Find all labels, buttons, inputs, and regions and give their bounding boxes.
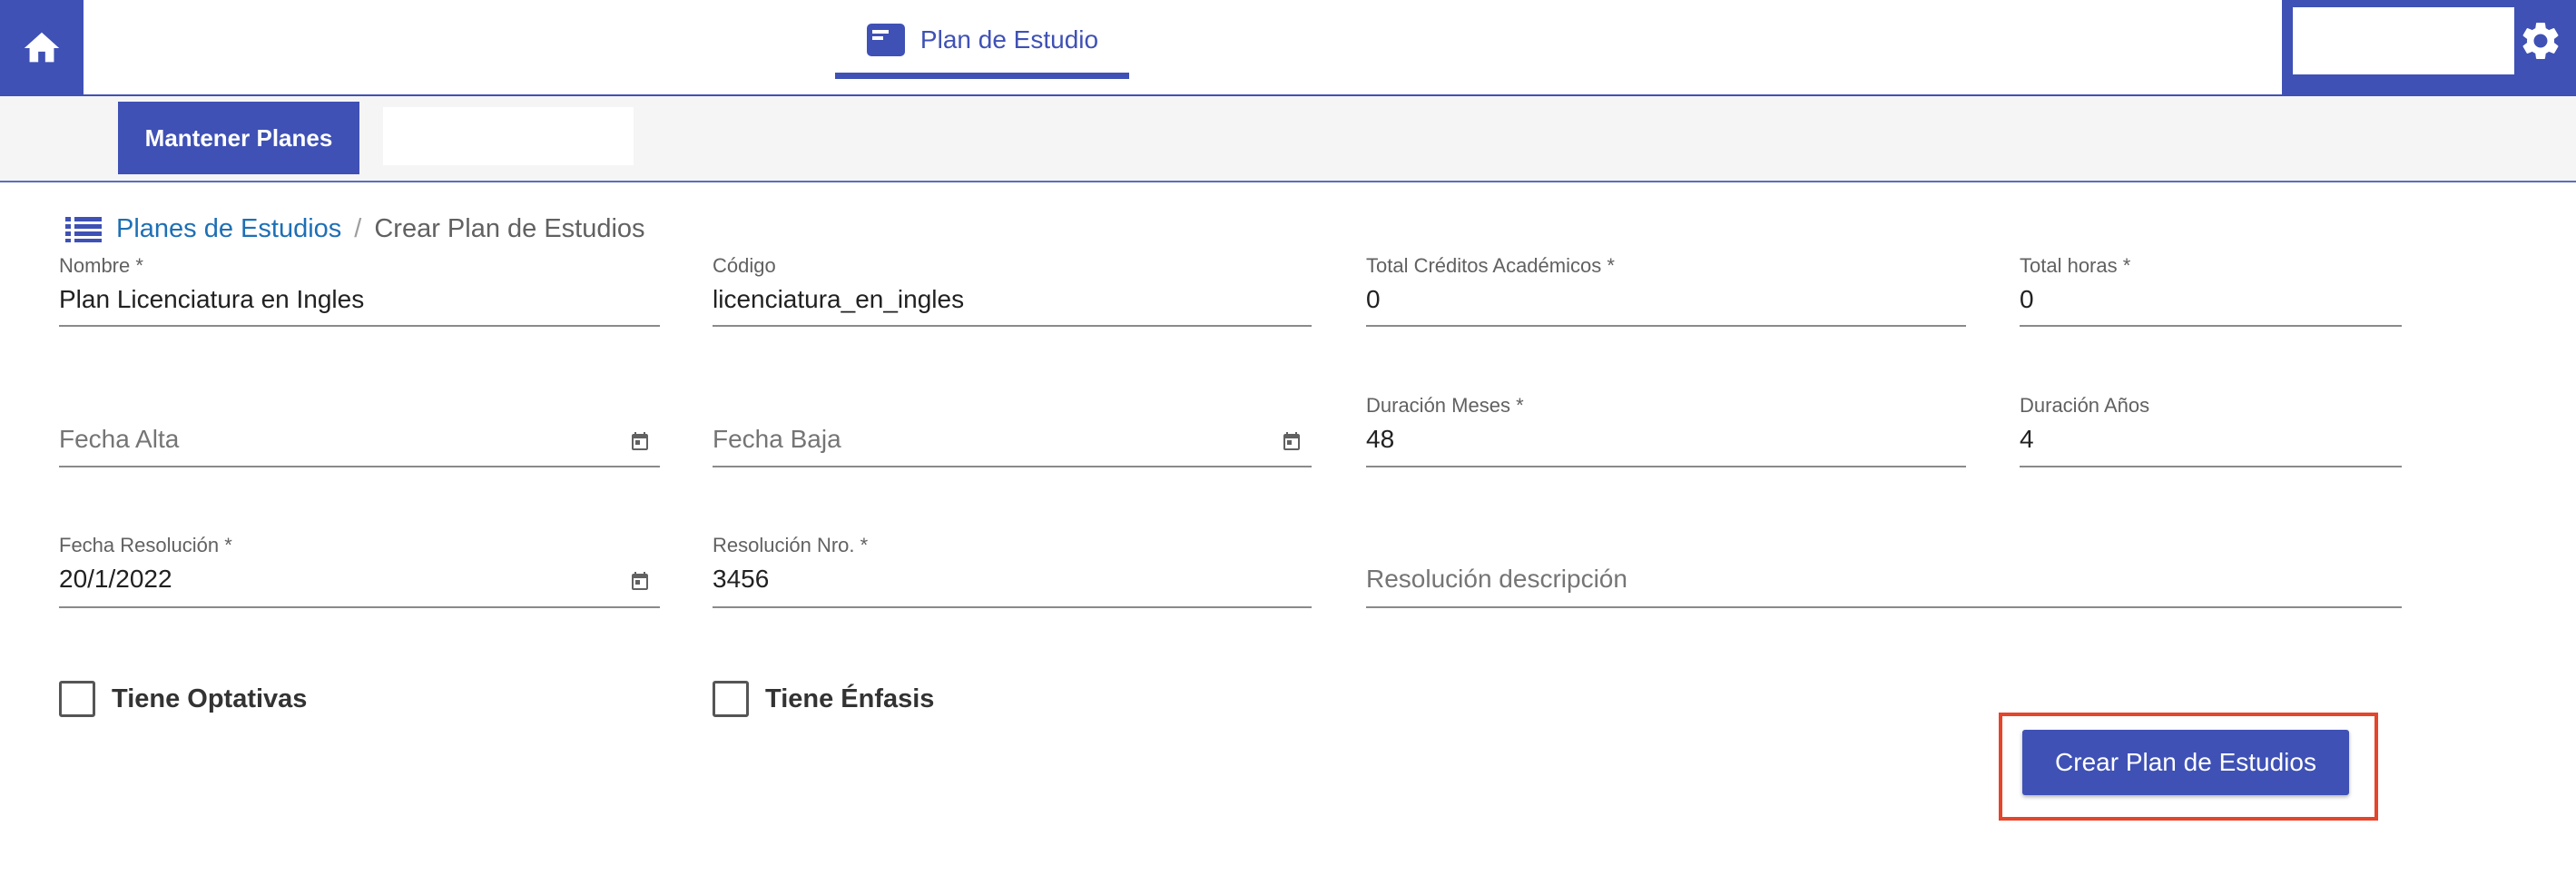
nombre-field[interactable]: Nombre * Plan Licenciatura en Ingles <box>59 254 660 327</box>
breadcrumb-link-planes[interactable]: Planes de Estudios <box>116 214 341 244</box>
breadcrumb: Planes de Estudios / Crear Plan de Estud… <box>65 211 645 247</box>
settings-button[interactable] <box>2514 15 2567 67</box>
total-horas-value: 0 <box>2020 285 2034 313</box>
calendar-icon[interactable] <box>1281 430 1303 452</box>
fecha-resolucion-value: 20/1/2022 <box>59 565 172 593</box>
document-icon <box>866 24 905 56</box>
duracion-meses-field[interactable]: Duración Meses * 48 <box>1366 394 1966 467</box>
tab-plan-de-estudio[interactable]: Plan de Estudio <box>835 0 1129 80</box>
top-app-bar: Plan de Estudio <box>0 0 2576 96</box>
resolucion-descripcion-field[interactable]: Resolución descripción <box>1366 534 2402 608</box>
subnav-empty-item[interactable] <box>383 107 634 165</box>
duracion-anios-field[interactable]: Duración Años 4 <box>2020 394 2402 467</box>
tiene-optativas-checkbox[interactable]: Tiene Optativas <box>59 681 307 717</box>
codigo-field[interactable]: Código licenciatura_en_ingles <box>713 254 1312 327</box>
crear-plan-button[interactable]: Crear Plan de Estudios <box>2022 730 2349 795</box>
resolucion-nro-field[interactable]: Resolución Nro. * 3456 <box>713 534 1312 608</box>
resolucion-nro-label: Resolución Nro. * <box>713 534 869 556</box>
resolucion-nro-value: 3456 <box>713 565 770 593</box>
total-creditos-value: 0 <box>1366 285 1381 313</box>
checkbox-box[interactable] <box>59 681 95 717</box>
resolucion-descripcion-placeholder: Resolución descripción <box>1366 565 1627 593</box>
fecha-resolucion-field[interactable]: Fecha Resolución * 20/1/2022 <box>59 534 660 608</box>
list-icon <box>65 217 102 242</box>
tiene-enfasis-checkbox[interactable]: Tiene Énfasis <box>713 681 934 717</box>
duracion-anios-label: Duración Años <box>2020 394 2150 417</box>
tab-label: Plan de Estudio <box>919 25 1099 54</box>
duracion-anios-value: 4 <box>2020 425 2034 453</box>
tiene-enfasis-label: Tiene Énfasis <box>765 684 935 713</box>
total-horas-field[interactable]: Total horas * 0 <box>2020 254 2402 327</box>
duracion-meses-label: Duración Meses * <box>1366 394 1524 417</box>
home-icon <box>24 32 60 63</box>
fecha-baja-field[interactable]: Fecha Baja <box>713 394 1312 467</box>
codigo-label: Código <box>713 254 776 277</box>
mantener-planes-button[interactable]: Mantener Planes <box>118 102 359 174</box>
breadcrumb-current: Crear Plan de Estudios <box>374 213 645 243</box>
active-tab-indicator <box>835 73 1129 79</box>
calendar-icon[interactable] <box>629 430 651 452</box>
fecha-baja-placeholder: Fecha Baja <box>713 425 841 453</box>
calendar-icon[interactable] <box>629 570 651 592</box>
nombre-label: Nombre * <box>59 254 143 277</box>
sub-navigation: Mantener Planes <box>0 96 2576 182</box>
gear-icon <box>2522 22 2559 60</box>
total-creditos-label: Total Créditos Académicos * <box>1366 254 1615 277</box>
home-button[interactable] <box>0 0 84 96</box>
breadcrumb-separator: / <box>354 213 362 243</box>
total-creditos-field[interactable]: Total Créditos Académicos * 0 <box>1366 254 1966 327</box>
total-horas-label: Total horas * <box>2020 254 2131 277</box>
codigo-value: licenciatura_en_ingles <box>713 285 965 313</box>
checkbox-box[interactable] <box>713 681 749 717</box>
user-name-box[interactable] <box>2293 7 2514 74</box>
nombre-value: Plan Licenciatura en Ingles <box>59 285 365 313</box>
fecha-alta-placeholder: Fecha Alta <box>59 425 180 453</box>
fecha-resolucion-label: Fecha Resolución * <box>59 534 232 556</box>
duracion-meses-value: 48 <box>1366 425 1395 453</box>
tiene-optativas-label: Tiene Optativas <box>112 684 308 713</box>
fecha-alta-field[interactable]: Fecha Alta <box>59 394 660 467</box>
